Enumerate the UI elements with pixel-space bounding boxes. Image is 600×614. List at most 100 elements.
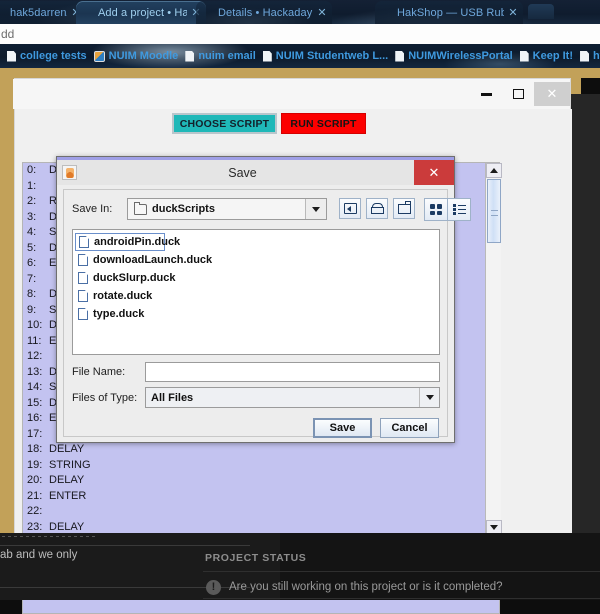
- doc-icon: [580, 50, 590, 62]
- new-tab-button[interactable]: [528, 4, 554, 19]
- dialog-title: Save: [228, 165, 257, 180]
- editor-line-number: 16:: [27, 412, 43, 424]
- chevron-down-icon[interactable]: [419, 388, 439, 407]
- file-name: androidPin.duck: [94, 236, 181, 248]
- dialog-close-button[interactable]: ✕: [414, 160, 454, 185]
- file-name: duckSlurp.duck: [93, 272, 176, 284]
- list-item[interactable]: downloadLaunch.duck: [75, 251, 212, 269]
- files-of-type-row: Files of Type: All Files: [72, 387, 440, 408]
- editor-line-number: 4:: [27, 226, 37, 238]
- project-status-heading: PROJECT STATUS: [205, 552, 307, 564]
- cancel-button[interactable]: Cancel: [380, 418, 439, 438]
- save-in-label: Save In:: [72, 203, 113, 215]
- bookmark-nuim-moodle[interactable]: NUIM Moodle: [93, 50, 179, 62]
- editor-vertical-scrollbar[interactable]: [485, 163, 502, 535]
- divider: [0, 545, 250, 546]
- editor-line-number: 20:: [27, 474, 43, 486]
- page-right-column: nk be ator n a vid t to d as no the d nd…: [571, 94, 600, 533]
- list-item[interactable]: rotate.duck: [75, 287, 165, 305]
- editor-line-number: 12:: [27, 350, 43, 362]
- bookmark-rdfra[interactable]: http://www.rdfra: [580, 50, 600, 62]
- editor-line-number: 13:: [27, 365, 43, 378]
- editor-line-number: 19:: [27, 458, 43, 471]
- bookmark-label: Keep It!: [532, 50, 574, 62]
- bookmark-label: NUIMWirelessPortal: [408, 50, 513, 62]
- browser-tab-2[interactable]: Add a project • Hackaday ✕: [76, 1, 206, 24]
- browser-tab-1[interactable]: hak5darren/ ✕: [0, 1, 86, 24]
- doc-icon: [7, 50, 16, 62]
- maximize-button[interactable]: [502, 83, 534, 105]
- editor-line-text: DELAY: [49, 474, 85, 486]
- tab-close-icon[interactable]: ✕: [507, 6, 519, 19]
- doc-icon: [185, 50, 195, 62]
- bookmark-label: nuim email: [198, 50, 256, 62]
- editor-line-number: 15:: [27, 396, 43, 409]
- file-icon: [79, 236, 89, 248]
- list-item[interactable]: androidPin.duck: [75, 233, 180, 251]
- save-in-row: Save In: duckScripts: [72, 198, 471, 221]
- editor-line-number: 6:: [27, 257, 37, 269]
- file-list[interactable]: androidPin.duck downloadLaunch.duck duck…: [72, 229, 440, 355]
- editor-line-number: 9:: [27, 303, 37, 316]
- app-window-titlebar: ✕: [13, 79, 570, 109]
- browser-tab-3[interactable]: Details • Hackaday Project ✕: [196, 1, 332, 24]
- close-button[interactable]: ✕: [534, 82, 570, 106]
- file-icon: [78, 254, 88, 266]
- files-of-type-combobox[interactable]: All Files: [145, 387, 440, 408]
- page-gold-strip-left: [0, 78, 14, 533]
- address-bar[interactable]: dd: [0, 24, 600, 45]
- minimize-button[interactable]: [470, 83, 502, 105]
- file-name-input[interactable]: [145, 362, 440, 382]
- details-view-icon[interactable]: [447, 199, 470, 220]
- bookmark-label: NUIM Moodle: [108, 50, 179, 62]
- editor-line-number: 22:: [27, 505, 43, 517]
- bookmark-label: http://www.rdfra: [593, 50, 600, 62]
- up-one-level-icon[interactable]: [339, 198, 361, 219]
- save-file-dialog: Save ✕ Save In: duckScripts androidPin.d…: [56, 156, 471, 443]
- editor-line-number: 5:: [27, 241, 37, 254]
- choose-script-button[interactable]: CHOOSE SCRIPT: [172, 113, 277, 134]
- editor-line-number: 18:: [27, 443, 43, 455]
- home-icon[interactable]: [366, 198, 388, 219]
- view-mode-toggle[interactable]: [424, 198, 471, 221]
- editor-line-number: 11:: [27, 334, 42, 347]
- page-body-text-fragment: ab and we only: [0, 549, 78, 561]
- file-name: downloadLaunch.duck: [93, 254, 213, 266]
- browser-chrome: hak5darren/ ✕ Add a project • Hackaday ✕…: [0, 0, 600, 68]
- list-item[interactable]: duckSlurp.duck: [75, 269, 176, 287]
- doc-icon: [519, 50, 529, 62]
- bookmark-nuim-email[interactable]: nuim email: [185, 50, 256, 62]
- editor-line: 19: STRING: [23, 458, 485, 474]
- list-item[interactable]: type.duck: [75, 305, 165, 323]
- editor-line-number: 17:: [27, 427, 43, 440]
- divider: [203, 598, 600, 599]
- save-in-combobox[interactable]: duckScripts: [127, 198, 327, 220]
- editor-line-number: 21:: [27, 489, 43, 502]
- bookmark-nuim-studentweb[interactable]: NUIM Studentweb L...: [262, 50, 388, 62]
- browser-tab-4[interactable]: HakShop — USB Rubber D ✕: [375, 1, 523, 24]
- tab-close-icon[interactable]: ✕: [316, 6, 328, 19]
- project-status-question: Are you still working on this project or…: [229, 581, 503, 593]
- project-status-row[interactable]: ! Are you still working on this project …: [203, 575, 600, 599]
- tile-view-icon[interactable]: [425, 199, 447, 220]
- new-folder-icon[interactable]: [393, 198, 415, 219]
- scroll-up-icon[interactable]: [486, 163, 502, 178]
- editor-line-number: 7:: [27, 272, 37, 285]
- vertical-scrollbar-thumb[interactable]: [487, 179, 501, 243]
- bookmark-keep-it[interactable]: Keep It!: [519, 50, 574, 62]
- run-script-button[interactable]: RUN SCRIPT: [281, 113, 366, 134]
- files-of-type-value: All Files: [151, 391, 194, 404]
- editor-line-number: 10:: [27, 319, 43, 331]
- dashed-divider: [2, 536, 97, 537]
- bookmark-college-tests[interactable]: college tests: [7, 50, 87, 62]
- skull-icon: [82, 7, 94, 19]
- browser-tab-label: Details • Hackaday Project: [218, 6, 313, 19]
- file-name: rotate.duck: [93, 290, 153, 302]
- file-name-label: File Name:: [72, 366, 126, 378]
- file-icon: [78, 272, 88, 284]
- save-button[interactable]: Save: [313, 418, 372, 438]
- editor-line: 22:: [23, 504, 485, 520]
- warning-icon: !: [206, 579, 221, 595]
- chevron-down-icon[interactable]: [305, 199, 326, 219]
- bookmark-nuim-wireless-portal[interactable]: NUIMWirelessPortal: [395, 50, 513, 62]
